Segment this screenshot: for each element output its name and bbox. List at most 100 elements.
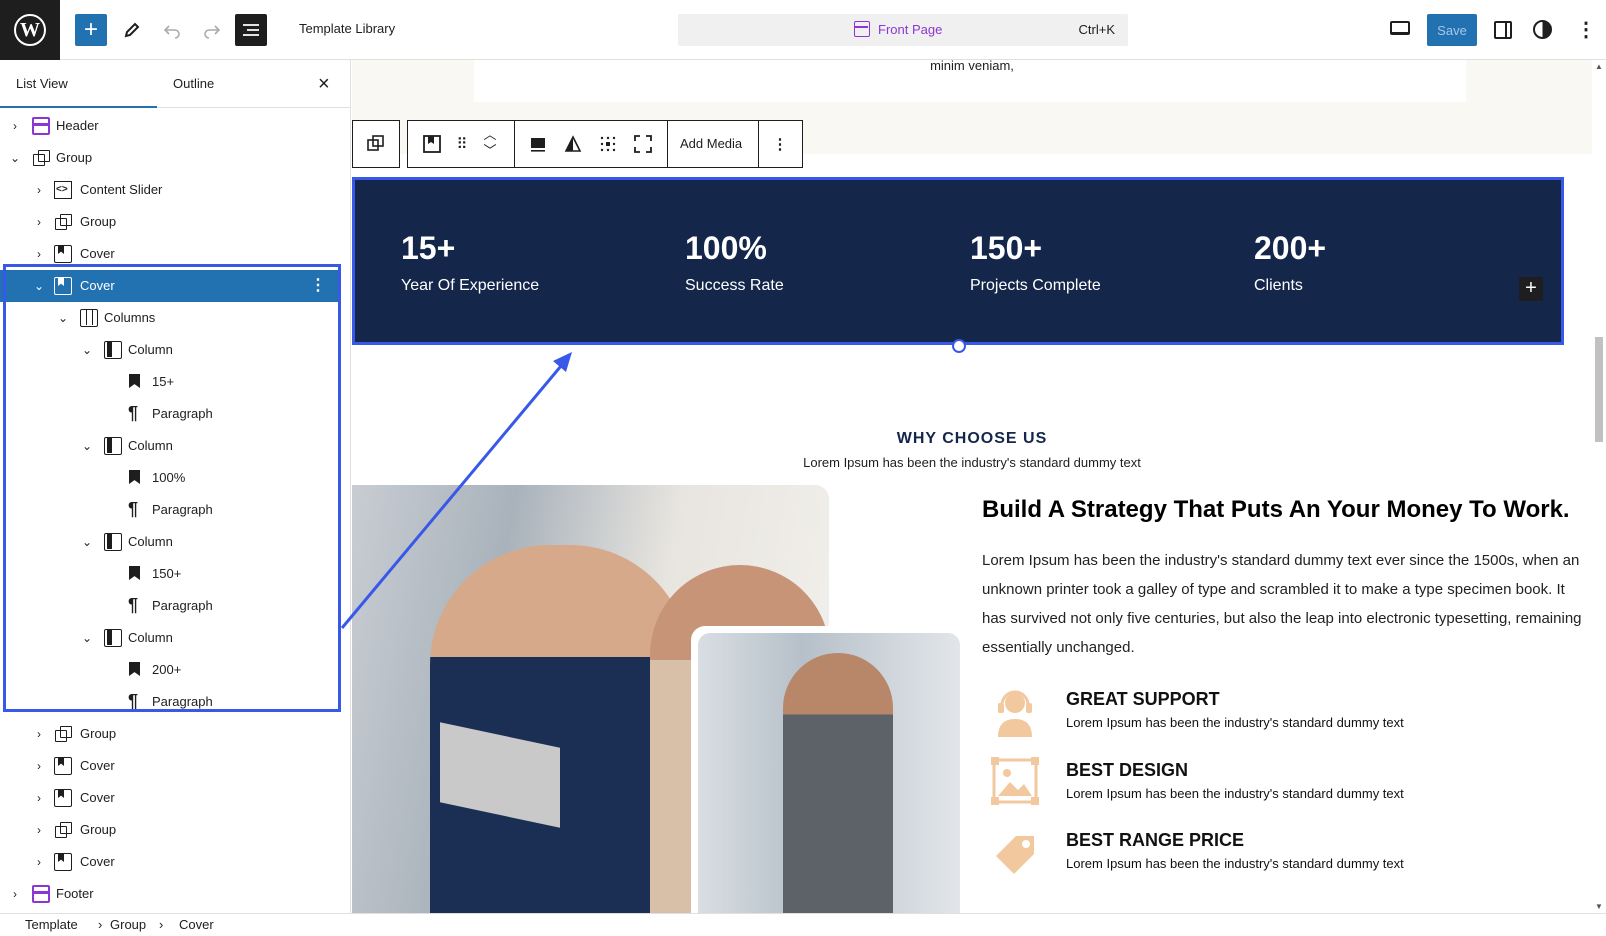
full-height-icon[interactable] [633,135,653,155]
scroll-up-icon[interactable]: ▲ [1595,62,1603,71]
list-item[interactable]: › Cover [0,846,340,878]
wordpress-w-icon: W [14,14,46,46]
feature-item[interactable]: GREAT SUPPORT Lorem Ipsum has been the i… [982,685,1582,745]
list-item[interactable]: › Group [0,206,340,238]
businessman-photo[interactable] [698,633,960,913]
list-item[interactable]: › Cover [0,750,340,782]
breadcrumb-item[interactable]: Group [110,917,146,932]
chevron-right-icon[interactable]: › [32,206,46,238]
photo-person [783,653,893,913]
wordpress-logo[interactable]: W [0,0,60,60]
move-up-down-icon[interactable]: ︿ ﹀ [480,127,500,158]
section-heading[interactable]: Build A Strategy That Puts An Your Money… [982,496,1570,524]
stat-number[interactable]: 100% [685,230,784,267]
stat-label[interactable]: Projects Complete [970,277,1101,295]
cover-icon [54,245,72,263]
desktop-preview-icon[interactable] [1390,21,1410,35]
canvas-scrollbar[interactable]: ▲ ▼ [1592,60,1606,913]
stat-number[interactable]: 15+ [401,230,539,267]
feature-title: BEST RANGE PRICE [1066,830,1245,850]
block-options-icon[interactable]: ⋮ [770,135,790,155]
scroll-down-icon[interactable]: ▼ [1595,902,1603,911]
select-parent-button[interactable] [352,120,400,168]
list-item[interactable]: ⌄ Group [0,142,340,174]
duotone-icon[interactable] [563,135,583,155]
cover-icon [54,757,72,775]
sidebar-tabs: List View Outline × [0,60,351,108]
stat-column[interactable]: 15+ Year Of Experience [401,230,539,295]
list-item[interactable]: › Content Slider [0,174,340,206]
block-inserter-button[interactable]: + [75,14,107,46]
breadcrumb-item[interactable]: Template [25,917,78,932]
list-item[interactable]: › Footer [0,878,340,910]
list-item-label: Group [56,150,93,165]
add-block-button[interactable]: + [1519,277,1543,301]
feature-item[interactable]: BEST RANGE PRICE Lorem Ipsum has been th… [982,826,1582,886]
undo-icon [163,25,180,39]
list-item-label: Footer [56,886,94,901]
feature-title: GREAT SUPPORT [1066,689,1220,709]
chevron-right-icon[interactable]: › [32,750,46,782]
stat-label[interactable]: Clients [1254,277,1326,295]
previous-paragraph[interactable]: minim veniam, [352,60,1592,72]
stat-column[interactable]: 100% Success Rate [685,230,784,295]
undo-button[interactable] [156,14,188,46]
list-item[interactable]: › Header [0,110,340,142]
chevron-right-icon[interactable]: › [32,174,46,206]
close-icon[interactable]: × [318,72,330,96]
stats-cover-block[interactable]: 15+ Year Of Experience 100% Success Rate… [352,177,1564,345]
save-button[interactable]: Save [1427,14,1477,46]
template-icon [854,21,870,37]
chevron-right-icon[interactable]: › [8,878,22,910]
section-subtitle[interactable]: Lorem Ipsum has been the industry's stan… [352,455,1592,470]
list-item-label: Content Slider [80,182,163,197]
add-media-button[interactable]: Add Media [680,136,742,151]
stat-number[interactable]: 200+ [1254,230,1326,267]
editor-topbar: W + Template Library Front Page Ctrl+K S… [0,0,1606,60]
stat-column[interactable]: 200+ Clients [1254,230,1326,295]
chevron-right-icon[interactable]: › [32,718,46,750]
feature-title: BEST DESIGN [1066,760,1189,780]
list-item[interactable]: › Group [0,814,340,846]
drag-handle-icon[interactable]: ⠿ [452,135,472,155]
stat-column[interactable]: 150+ Projects Complete [970,230,1101,295]
toolbar-separator [667,121,668,167]
edit-tools-button[interactable] [116,14,148,46]
breadcrumb-item[interactable]: Cover [179,917,214,932]
template-part-icon [32,885,50,903]
resize-handle[interactable] [952,339,966,353]
tab-outline[interactable]: Outline [173,60,214,108]
settings-sidebar-icon[interactable] [1494,21,1512,39]
chevron-down-icon[interactable]: ⌄ [8,142,22,174]
group-icon [32,149,50,167]
list-item[interactable]: › Group [0,718,340,750]
document-overview-button[interactable] [235,14,267,46]
command-label: Front Page [878,22,943,37]
chevron-right-icon[interactable]: › [32,814,46,846]
chevron-right-icon[interactable]: › [8,110,22,142]
align-full-icon[interactable] [528,135,548,155]
chevron-right-icon[interactable]: › [32,782,46,814]
cover-icon [54,789,72,807]
chevron-right-icon: › [98,917,103,932]
stat-label[interactable]: Year Of Experience [401,277,539,295]
feature-item[interactable]: BEST DESIGN Lorem Ipsum has been the ind… [982,756,1582,816]
scroll-thumb[interactable] [1595,337,1603,442]
redo-button[interactable] [196,14,228,46]
stat-number[interactable]: 150+ [970,230,1101,267]
block-toolbar-main: ⠿ ︿ ﹀ Add Media ⋮ [407,120,803,168]
stat-label[interactable]: Success Rate [685,277,784,295]
group-icon [54,725,72,743]
cover-icon [54,853,72,871]
content-position-icon[interactable] [598,135,618,155]
chevron-right-icon[interactable]: › [32,846,46,878]
options-more-icon[interactable]: ⋮ [1576,14,1596,46]
section-eyebrow[interactable]: WHY CHOOSE US [352,430,1592,448]
tab-list-view[interactable]: List View [0,60,157,108]
command-palette-button[interactable]: Front Page Ctrl+K [678,14,1128,46]
list-item-label: Cover [80,758,115,773]
cover-icon[interactable] [422,135,442,155]
styles-icon[interactable] [1533,20,1552,39]
section-paragraph[interactable]: Lorem Ipsum has been the industry's stan… [982,546,1582,662]
list-item[interactable]: › Cover [0,782,340,814]
